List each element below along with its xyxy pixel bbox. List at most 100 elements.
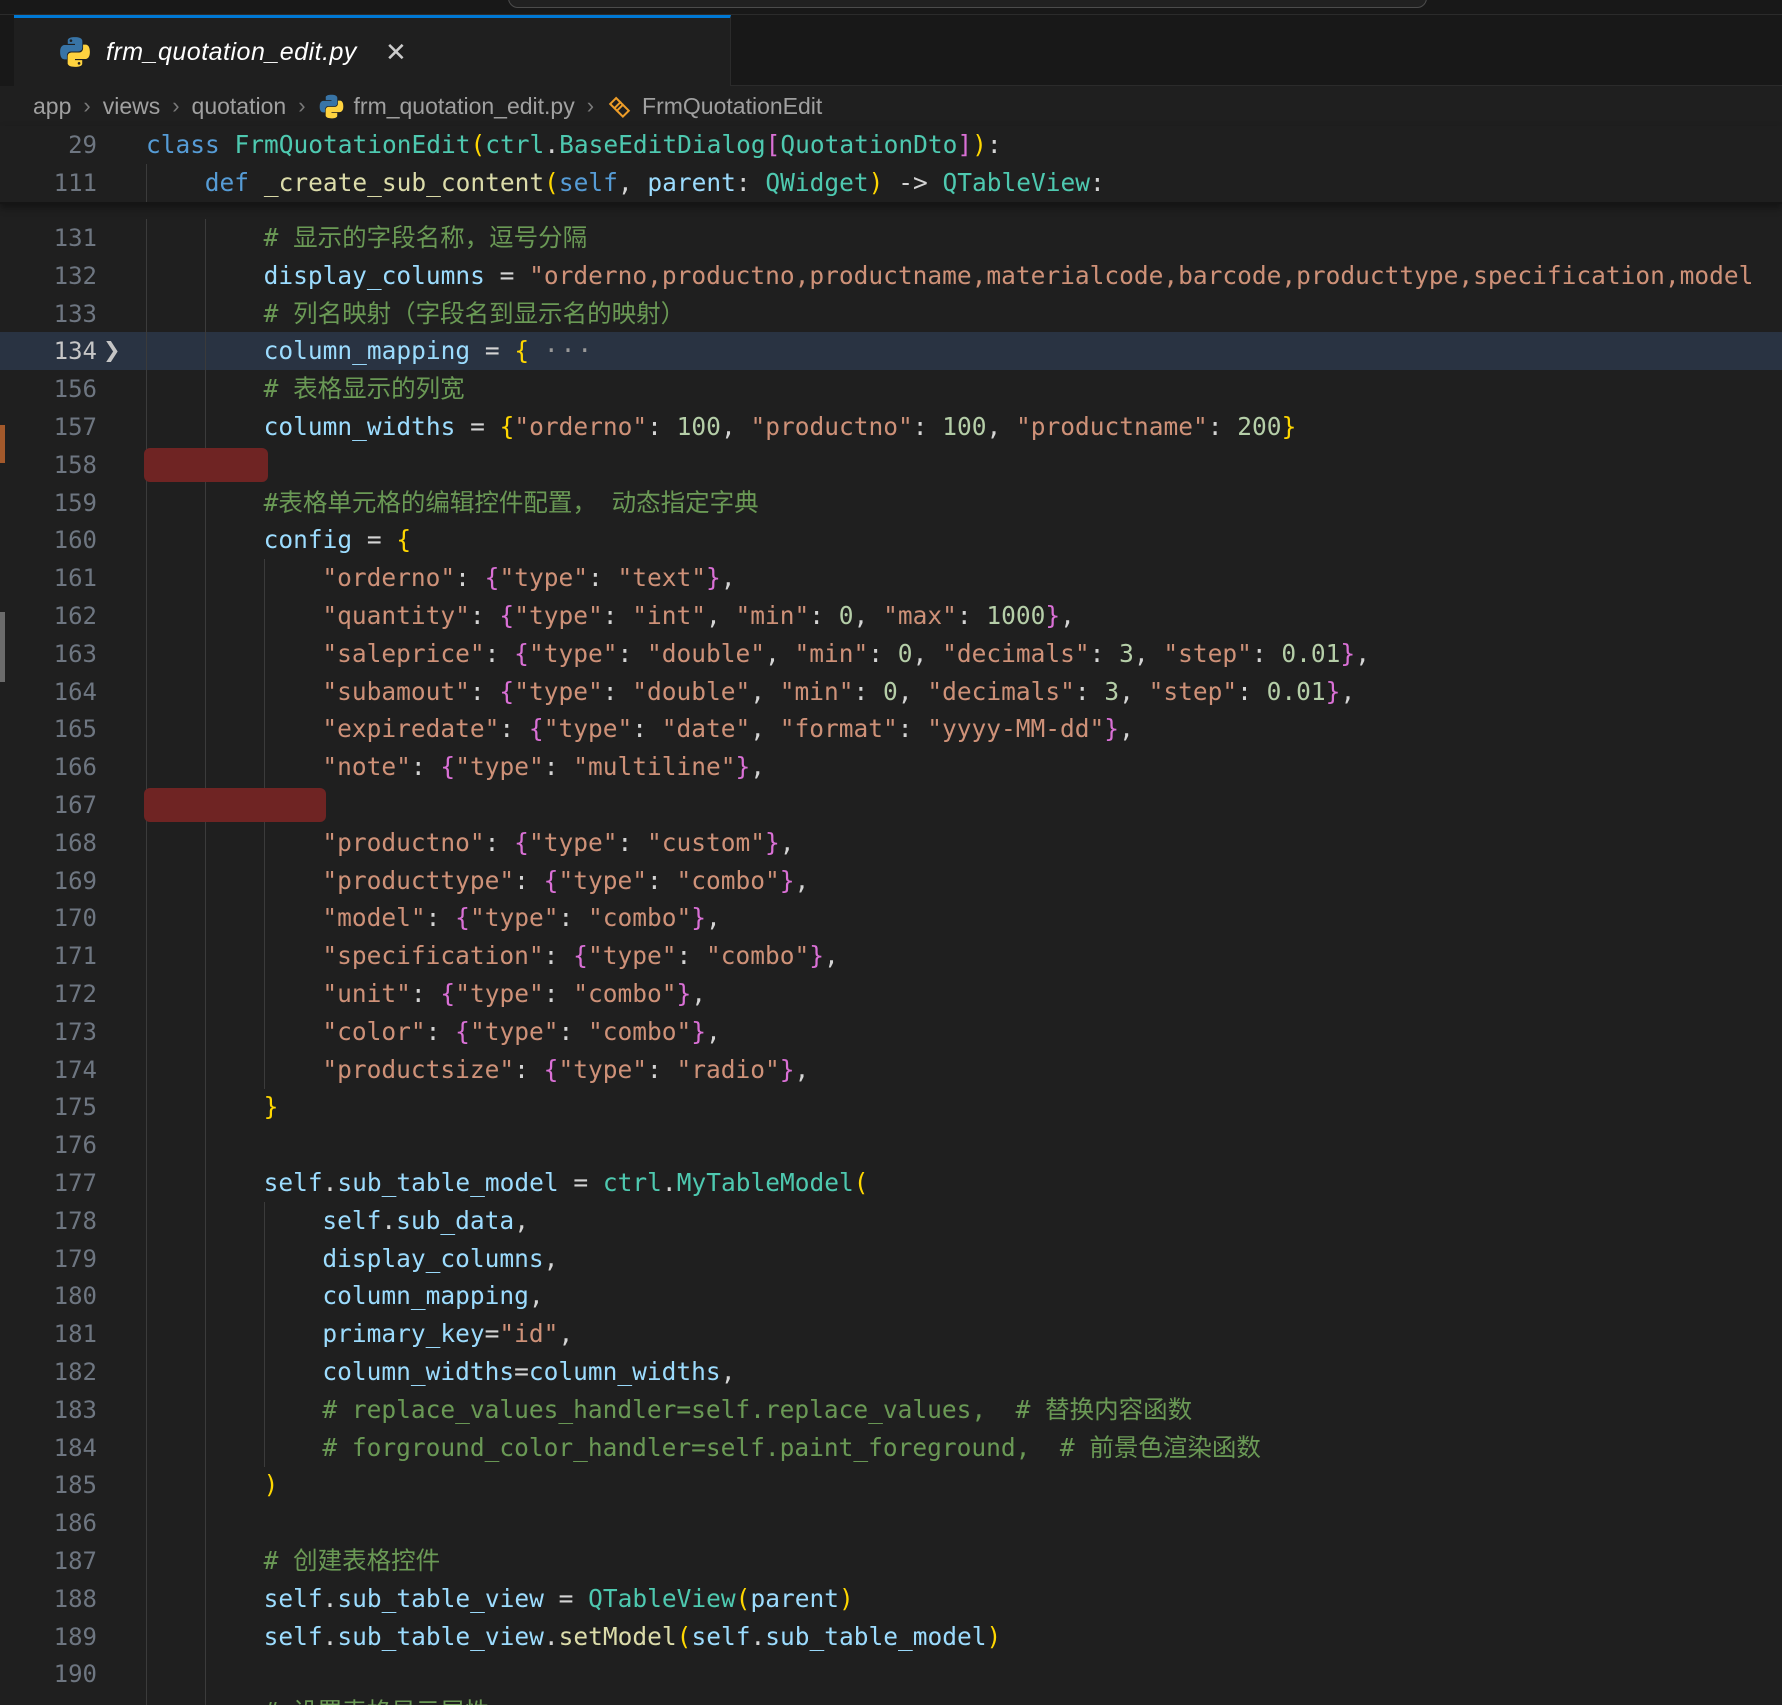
breadcrumb-symbol[interactable]: FrmQuotationEdit [606, 93, 822, 120]
code-line[interactable]: 133# 列名映射（字段名到显示名的映射） [0, 295, 1782, 333]
line-number[interactable]: 165 [0, 710, 97, 748]
code-editor[interactable]: 29class FrmQuotationEdit(ctrl.BaseEditDi… [0, 126, 1782, 1705]
sticky-line[interactable]: 29class FrmQuotationEdit(ctrl.BaseEditDi… [0, 126, 1782, 164]
code-line[interactable]: 168"productno": {"type": "custom"}, [0, 824, 1782, 862]
sticky-line[interactable]: 111def _create_sub_content(self, parent:… [0, 164, 1782, 202]
code-line[interactable]: 169"producttype": {"type": "combo"}, [0, 862, 1782, 900]
tab-frm-quotation-edit[interactable]: frm_quotation_edit.py ✕ [14, 15, 731, 86]
line-number[interactable]: 171 [0, 937, 97, 975]
line-number[interactable]: 176 [0, 1126, 97, 1164]
breadcrumb-views[interactable]: views [103, 93, 161, 120]
line-number[interactable] [0, 1693, 97, 1705]
code-line[interactable]: 171"specification": {"type": "combo"}, [0, 937, 1782, 975]
line-number[interactable]: 180 [0, 1277, 97, 1315]
code-line[interactable]: 164"subamout": {"type": "double", "min":… [0, 673, 1782, 711]
code-line[interactable]: 181primary_key="id", [0, 1315, 1782, 1353]
line-number[interactable]: 190 [0, 1655, 97, 1693]
line-number[interactable]: 185 [0, 1466, 97, 1504]
code-line[interactable]: 159#表格单元格的编辑控件配置， 动态指定字典 [0, 484, 1782, 522]
line-number[interactable]: 158 [0, 446, 97, 484]
line-number[interactable]: 159 [0, 484, 97, 522]
code-line[interactable]: 175} [0, 1088, 1782, 1126]
line-number[interactable]: 166 [0, 748, 97, 786]
code-token: "unit" [322, 979, 411, 1008]
code-line[interactable]: 185) [0, 1466, 1782, 1504]
line-number[interactable]: 182 [0, 1353, 97, 1391]
fold-chevron-icon[interactable]: ❯ [103, 332, 133, 370]
chevron-right-icon: › [298, 93, 305, 119]
code-line[interactable]: 163"saleprice": {"type": "double", "min"… [0, 635, 1782, 673]
line-number[interactable]: 168 [0, 824, 97, 862]
line-number[interactable]: 162 [0, 597, 97, 635]
code-line[interactable]: 173"color": {"type": "combo"}, [0, 1013, 1782, 1051]
breadcrumb-file[interactable]: frm_quotation_edit.py [318, 93, 575, 120]
code-token: # 创建表格控件 [264, 1546, 441, 1575]
line-number[interactable]: 189 [0, 1618, 97, 1656]
line-number[interactable]: 188 [0, 1580, 97, 1618]
code-line[interactable]: # 设置表格显示属性 [0, 1693, 1782, 1705]
code-line[interactable]: 170"model": {"type": "combo"}, [0, 899, 1782, 937]
code-line[interactable]: 172"unit": {"type": "combo"}, [0, 975, 1782, 1013]
code-line[interactable]: 180column_mapping, [0, 1277, 1782, 1315]
line-number[interactable]: 170 [0, 899, 97, 937]
line-number[interactable]: 183 [0, 1391, 97, 1429]
code-line[interactable]: 176 [0, 1126, 1782, 1164]
code-line[interactable]: 158 [0, 446, 1782, 484]
line-number[interactable]: 164 [0, 673, 97, 711]
code-line[interactable]: 177self.sub_table_model = ctrl.MyTableMo… [0, 1164, 1782, 1202]
code-line[interactable]: 160config = { [0, 521, 1782, 559]
code-line[interactable]: 134❯column_mapping = { ··· [0, 332, 1782, 370]
line-number[interactable]: 160 [0, 521, 97, 559]
code-line[interactable]: 157column_widths = {"orderno": 100, "pro… [0, 408, 1782, 446]
line-number[interactable]: 132 [0, 257, 97, 295]
code-line[interactable]: 166"note": {"type": "multiline"}, [0, 748, 1782, 786]
line-number[interactable]: 178 [0, 1202, 97, 1240]
code-line[interactable]: 183# replace_values_handler=self.replace… [0, 1391, 1782, 1429]
code-line[interactable]: 132display_columns = "orderno,productno,… [0, 257, 1782, 295]
line-number[interactable]: 156 [0, 370, 97, 408]
line-number[interactable]: 134 [0, 332, 97, 370]
line-number[interactable]: 172 [0, 975, 97, 1013]
code-token: : [632, 714, 662, 743]
code-line[interactable]: 186 [0, 1504, 1782, 1542]
code-line[interactable]: 167 [0, 786, 1782, 824]
code-line[interactable]: 179display_columns, [0, 1240, 1782, 1278]
command-center[interactable] [508, 0, 1427, 8]
line-number[interactable]: 133 [0, 295, 97, 333]
line-number[interactable]: 111 [0, 164, 97, 202]
code-line[interactable]: 187 # 创建表格控件 [0, 1542, 1782, 1580]
code-line[interactable]: 174"productsize": {"type": "radio"}, [0, 1051, 1782, 1089]
line-number[interactable]: 177 [0, 1164, 97, 1202]
sticky-scroll[interactable]: 29class FrmQuotationEdit(ctrl.BaseEditDi… [0, 126, 1782, 204]
code-line[interactable]: 156# 表格显示的列宽 [0, 370, 1782, 408]
code-line[interactable]: 184# forground_color_handler=self.paint_… [0, 1429, 1782, 1467]
line-number[interactable]: 181 [0, 1315, 97, 1353]
line-number[interactable]: 174 [0, 1051, 97, 1089]
code-line[interactable]: 162"quantity": {"type": "int", "min": 0,… [0, 597, 1782, 635]
line-number[interactable]: 161 [0, 559, 97, 597]
code-line[interactable]: 131# 显示的字段名称，逗号分隔 [0, 219, 1782, 257]
code-line[interactable]: 182column_widths=column_widths, [0, 1353, 1782, 1391]
line-number[interactable]: 179 [0, 1240, 97, 1278]
line-number[interactable]: 29 [0, 126, 97, 164]
code-line[interactable]: 190 [0, 1655, 1782, 1693]
line-number[interactable]: 173 [0, 1013, 97, 1051]
code-line[interactable]: 165"expiredate": {"type": "date", "forma… [0, 710, 1782, 748]
line-number[interactable]: 186 [0, 1504, 97, 1542]
breadcrumb-quotation[interactable]: quotation [192, 93, 287, 120]
breadcrumb-app[interactable]: app [33, 93, 71, 120]
code-line[interactable]: 178self.sub_data, [0, 1202, 1782, 1240]
line-number[interactable]: 169 [0, 862, 97, 900]
indent-guide [146, 332, 147, 370]
line-number[interactable]: 157 [0, 408, 97, 446]
line-number[interactable]: 167 [0, 786, 97, 824]
line-number[interactable]: 184 [0, 1429, 97, 1467]
line-number[interactable]: 163 [0, 635, 97, 673]
line-number[interactable]: 175 [0, 1088, 97, 1126]
line-number[interactable]: 187 [0, 1542, 97, 1580]
code-line[interactable]: 188self.sub_table_view = QTableView(pare… [0, 1580, 1782, 1618]
code-line[interactable]: 161"orderno": {"type": "text"}, [0, 559, 1782, 597]
code-line[interactable]: 189self.sub_table_view.setModel(self.sub… [0, 1618, 1782, 1656]
tab-close-icon[interactable]: ✕ [385, 39, 407, 65]
line-number[interactable]: 131 [0, 219, 97, 257]
